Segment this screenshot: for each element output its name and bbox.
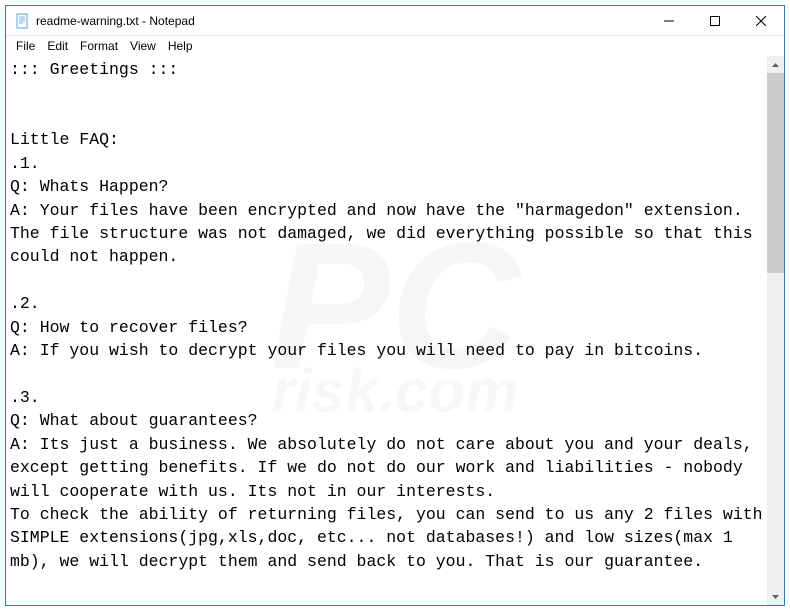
menu-edit[interactable]: Edit: [41, 38, 74, 54]
window-title: readme-warning.txt - Notepad: [36, 14, 646, 28]
window-controls: [646, 6, 784, 35]
notepad-window: readme-warning.txt - Notepad File Edit F…: [5, 5, 785, 606]
menu-format[interactable]: Format: [74, 38, 124, 54]
vertical-scrollbar[interactable]: [767, 56, 784, 605]
minimize-button[interactable]: [646, 6, 692, 35]
menu-file[interactable]: File: [10, 38, 41, 54]
scroll-down-button[interactable]: [767, 588, 784, 605]
menu-help[interactable]: Help: [162, 38, 199, 54]
scroll-thumb[interactable]: [767, 73, 784, 273]
scroll-up-button[interactable]: [767, 56, 784, 73]
titlebar[interactable]: readme-warning.txt - Notepad: [6, 6, 784, 36]
content-area: ::: Greetings ::: Little FAQ: .1. Q: Wha…: [6, 56, 784, 605]
maximize-button[interactable]: [692, 6, 738, 35]
menu-view[interactable]: View: [124, 38, 162, 54]
menubar: File Edit Format View Help: [6, 36, 784, 56]
text-editor[interactable]: ::: Greetings ::: Little FAQ: .1. Q: Wha…: [6, 56, 767, 605]
notepad-icon: [14, 13, 30, 29]
close-button[interactable]: [738, 6, 784, 35]
